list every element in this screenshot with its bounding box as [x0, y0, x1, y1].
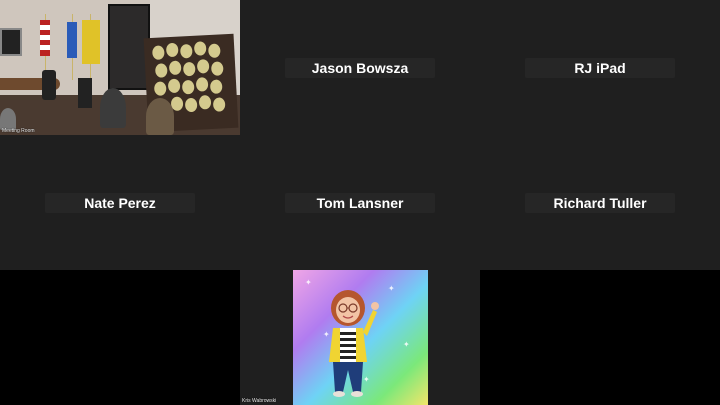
podium — [78, 78, 92, 108]
attendee — [146, 98, 174, 135]
video-tile-rj-ipad[interactable]: RJ iPad — [480, 0, 720, 135]
video-tile-blank[interactable] — [0, 270, 240, 405]
wall-picture — [0, 28, 22, 56]
participant-name: Tom Lansner — [285, 192, 435, 213]
yellow-flag — [82, 20, 100, 64]
participant-name: RJ iPad — [525, 57, 675, 78]
video-tile-avatar-user[interactable]: ✦ ✦ ✦ ✦ ✦ Kris Wabrowski — [240, 270, 480, 405]
video-gallery: Meeting Room Jason Bowsza RJ iPad Nate P… — [0, 0, 720, 405]
us-flag — [40, 20, 50, 56]
video-tile-meeting-room[interactable]: Meeting Room — [0, 0, 240, 135]
participant-name: Nate Perez — [45, 192, 195, 213]
office-chair — [42, 70, 56, 100]
video-tile-blank[interactable] — [480, 270, 720, 405]
participant-name: Richard Tuller — [525, 192, 675, 213]
video-tile-tom-lansner[interactable]: Tom Lansner — [240, 135, 480, 270]
video-tile-jason-bowsza[interactable]: Jason Bowsza — [240, 0, 480, 135]
participant-label-avatar-user: Kris Wabrowski — [242, 398, 277, 404]
attendee — [0, 108, 16, 130]
avatar — [329, 290, 379, 397]
video-tile-richard-tuller[interactable]: Richard Tuller — [480, 135, 720, 270]
avatar-background: ✦ ✦ ✦ ✦ ✦ — [293, 270, 428, 405]
participant-label-meeting-room: Meeting Room — [2, 128, 35, 134]
participant-name: Jason Bowsza — [285, 57, 435, 78]
attendee — [100, 88, 126, 128]
blue-flag — [67, 22, 77, 58]
video-tile-nate-perez[interactable]: Nate Perez — [0, 135, 240, 270]
